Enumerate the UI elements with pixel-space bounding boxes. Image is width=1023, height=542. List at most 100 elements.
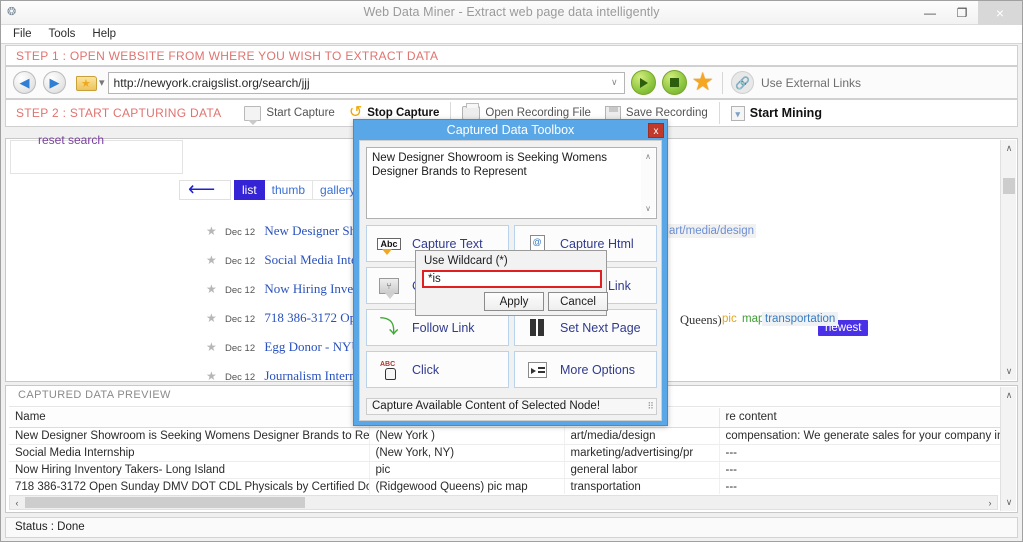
column-header-content[interactable]: re content	[719, 408, 1014, 428]
scroll-down-icon[interactable]: ∨	[641, 202, 655, 216]
save-recording-label: Save Recording	[625, 107, 708, 119]
go-button[interactable]	[630, 70, 656, 95]
listing-date: Dec 12	[225, 314, 256, 325]
menu-item-help[interactable]: Help	[92, 28, 116, 40]
table-row[interactable]: Social Media Internship (New York, NY) m…	[9, 444, 1014, 462]
listing-date: Dec 12	[225, 227, 256, 238]
listing-date: Dec 12	[225, 285, 256, 296]
start-capture-button[interactable]: Start Capture	[237, 100, 341, 126]
toolbar-divider	[718, 102, 720, 124]
address-bar: ◀ ▶ ★ ▾ http://newyork.craigslist.org/se…	[5, 66, 1018, 99]
follow-link-label: Follow Link	[412, 320, 475, 335]
more-options-icon	[524, 361, 550, 378]
forward-icon[interactable]: ▶	[43, 71, 66, 94]
column-header-name[interactable]: Name	[9, 408, 370, 428]
reset-search-link[interactable]: reset search	[38, 133, 104, 147]
cell-name: Social Media Internship	[9, 444, 370, 462]
scroll-up-icon[interactable]: ∧	[641, 150, 655, 164]
scroll-up-icon[interactable]: ∧	[1001, 140, 1017, 157]
listing-category[interactable]: art/media/design	[667, 224, 757, 238]
favorite-star-icon[interactable]: ★	[206, 340, 217, 354]
link-icon[interactable]: 🔗	[730, 71, 754, 94]
toolbar-divider	[721, 71, 723, 94]
favorite-star-icon[interactable]: ★	[206, 311, 217, 325]
scroll-right-icon[interactable]: ›	[983, 496, 997, 509]
wildcard-label: Use Wildcard (*)	[424, 255, 508, 267]
stop-button[interactable]	[661, 70, 687, 95]
abc-icon: Abc	[376, 237, 402, 255]
click-icon	[376, 361, 402, 380]
favorites-folder-icon[interactable]: ★	[76, 74, 98, 92]
scroll-left-icon[interactable]: ‹	[10, 496, 24, 509]
favorites-dropdown-icon[interactable]: ▾	[99, 76, 105, 89]
resize-grip-icon[interactable]: ⠿	[647, 401, 654, 412]
star-icon[interactable]: ★	[692, 70, 714, 95]
listing-date: Dec 12	[225, 256, 256, 267]
dialog-status-bar: Capture Available Content of Selected No…	[366, 398, 657, 415]
scroll-thumb[interactable]	[1003, 178, 1015, 194]
use-wildcard-popup: Use Wildcard (*) *is Apply Cancel	[415, 250, 608, 316]
start-mining-button[interactable]: ▾ Start Mining	[724, 100, 829, 126]
click-button[interactable]: Click	[366, 351, 509, 388]
chevron-down-icon[interactable]: ∨	[607, 77, 622, 88]
next-page-icon	[524, 319, 550, 336]
capture-text-label: Capture Text	[412, 236, 483, 251]
url-value: http://newyork.craigslist.org/search/jjj	[113, 75, 310, 90]
menu-item-file[interactable]: File	[13, 28, 32, 40]
listing-title[interactable]: Journalism Intern	[264, 368, 355, 383]
view-tab-list[interactable]: list	[234, 180, 265, 200]
cancel-button[interactable]: Cancel	[548, 292, 608, 311]
cell-content: ---	[719, 478, 1014, 494]
maximize-button[interactable]: ❐	[946, 1, 978, 25]
favorite-star-icon[interactable]: ★	[206, 282, 217, 296]
scroll-down-icon[interactable]: ∨	[1001, 494, 1017, 511]
start-mining-label: Start Mining	[749, 106, 822, 120]
scroll-thumb[interactable]	[25, 497, 305, 508]
view-tab-thumb[interactable]: thumb	[264, 180, 314, 200]
title-bar: ❂ Web Data Miner - Extract web page data…	[1, 1, 1022, 25]
node-icon: ⑂	[376, 277, 402, 299]
more-options-button[interactable]: More Options	[514, 351, 657, 388]
cell-category: art/media/design	[564, 427, 720, 445]
listing-category[interactable]: transportation	[762, 312, 839, 326]
follow-link-icon: ⤵	[379, 317, 399, 338]
favorite-star-icon[interactable]: ★	[206, 253, 217, 267]
table-row[interactable]: Now Hiring Inventory Takers- Long Island…	[9, 461, 1014, 479]
table-row[interactable]: New Designer Showroom is Seeking Womens …	[9, 427, 1014, 445]
use-external-links-label[interactable]: Use External Links	[761, 76, 861, 90]
preview-horizontal-scrollbar[interactable]: ‹ ›	[9, 495, 998, 510]
captured-text-area[interactable]: New Designer Showroom is Seeking Womens …	[366, 147, 657, 219]
back-icon[interactable]: ◀	[13, 71, 36, 94]
wildcard-input[interactable]: *is	[422, 270, 602, 288]
listing-date: Dec 12	[225, 343, 256, 354]
cell-content: ---	[719, 444, 1014, 462]
dialog-close-button[interactable]: x	[648, 123, 664, 138]
close-button[interactable]: ×	[978, 1, 1022, 25]
table-row[interactable]: 718 386-3172 Open Sunday DMV DOT CDL Phy…	[9, 478, 1014, 494]
window-controls: — ❐ ×	[914, 1, 1022, 25]
scroll-up-icon[interactable]: ∧	[1001, 387, 1017, 404]
favorite-star-icon[interactable]: ★	[206, 224, 217, 238]
start-capture-label: Start Capture	[266, 107, 335, 119]
cell-name: 718 386-3172 Open Sunday DMV DOT CDL Phy…	[9, 478, 370, 494]
step2-label: STEP 2 : START CAPTURING DATA	[16, 106, 222, 120]
apply-button[interactable]: Apply	[484, 292, 544, 311]
menu-item-tools[interactable]: Tools	[49, 28, 76, 40]
cell-location: (New York, NY)	[369, 444, 565, 462]
textarea-scrollbar[interactable]: ∧ ∨	[641, 149, 655, 217]
preview-vertical-scrollbar[interactable]: ∧ ∨	[1000, 387, 1016, 511]
url-input[interactable]: http://newyork.craigslist.org/search/jjj…	[107, 71, 625, 94]
scroll-down-icon[interactable]: ∨	[1001, 363, 1017, 380]
listing-tag-pic[interactable]: pic	[719, 312, 740, 326]
capture-html-label: Capture Html	[560, 236, 634, 251]
step1-label: STEP 1 : OPEN WEBSITE FROM WHERE YOU WIS…	[16, 49, 439, 63]
favorite-star-icon[interactable]: ★	[206, 369, 217, 383]
cell-content: ---	[719, 461, 1014, 479]
stop-capture-label: Stop Capture	[367, 107, 440, 119]
cell-location: (New York )	[369, 427, 565, 445]
left-arrow-icon[interactable]: ⟵	[188, 180, 215, 200]
minimize-button[interactable]: —	[914, 1, 946, 25]
browser-vertical-scrollbar[interactable]: ∧ ∨	[1000, 140, 1016, 380]
dialog-title: Captured Data Toolbox	[446, 123, 575, 137]
start-capture-icon	[244, 105, 262, 125]
